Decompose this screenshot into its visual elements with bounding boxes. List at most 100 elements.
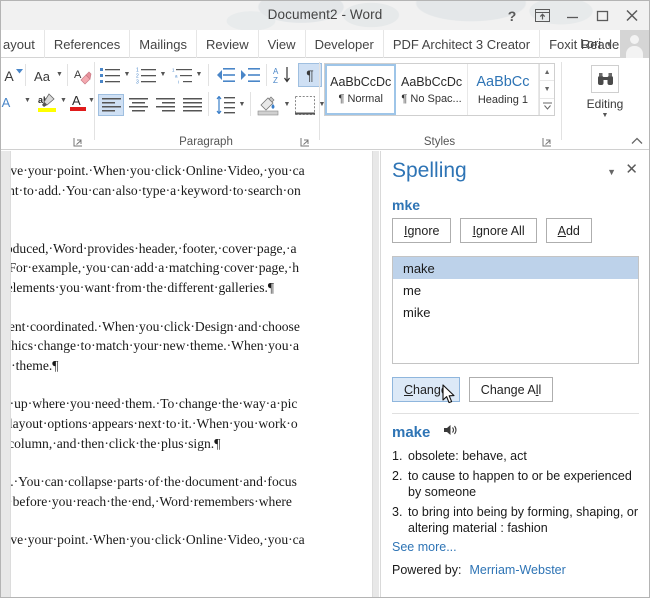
change-button-row: Change Change All (392, 377, 553, 402)
definition-list: 1. obsolete: behave, act 2. to cause to … (392, 448, 642, 536)
editing-button[interactable]: Editing ▼ (575, 65, 635, 119)
tab-layout[interactable]: ayout (1, 30, 45, 58)
style-preview: AaBbCcDc (330, 75, 391, 89)
more-styles-icon[interactable] (540, 99, 554, 115)
styles-gallery-scrollbar[interactable]: ▲ ▼ (539, 64, 554, 115)
account-name: Lori (572, 37, 605, 51)
pane-divider (392, 413, 639, 414)
paragraph: ding·view.·You·can·collapse·parts·of·the… (10, 472, 373, 511)
document-line: p·you·prove·your·point.·When·you·click·O… (10, 530, 373, 550)
numbering-caret-icon[interactable]: ▼ (158, 69, 168, 79)
styles-dialog-launcher[interactable] (542, 137, 552, 147)
scroll-down-icon[interactable]: ▼ (540, 81, 554, 98)
align-left-icon[interactable] (98, 94, 124, 116)
see-more-link[interactable]: See more... (392, 540, 642, 554)
font-dialog-launcher[interactable] (73, 137, 83, 147)
multilevel-list-caret-icon[interactable]: ▼ (194, 69, 204, 79)
tab-developer[interactable]: Developer (306, 30, 384, 58)
shading-icon[interactable] (255, 93, 281, 117)
editing-caret-icon[interactable]: ▼ (602, 112, 609, 119)
styles-gallery[interactable]: AaBbCcDc ¶ Normal AaBbCcDc ¶ No Spac... … (324, 63, 555, 116)
minimize-icon[interactable] (557, 3, 587, 29)
document-area[interactable]: p·you·prove·your·point.·When·you·click·O… (1, 151, 379, 598)
definition-word: make (392, 424, 430, 441)
close-icon[interactable] (617, 3, 647, 29)
grow-font-caret-icon[interactable] (15, 67, 23, 75)
sort-icon[interactable]: A Z (271, 64, 295, 86)
svg-text:1: 1 (172, 67, 175, 72)
document-body[interactable]: p·you·prove·your·point.·When·you·click·O… (10, 161, 373, 569)
text-highlight-color-icon[interactable]: ab (35, 90, 59, 114)
style-name: ¶ No Spac... (401, 93, 461, 105)
borders-icon[interactable] (293, 93, 317, 117)
bullets-caret-icon[interactable]: ▼ (122, 69, 132, 79)
document-page[interactable]: p·you·prove·your·point.·When·you·click·O… (10, 151, 373, 598)
collapse-ribbon-icon[interactable] (631, 136, 643, 148)
ignore-button[interactable]: Ignore (392, 218, 451, 243)
suggestion-item[interactable]: mike (393, 301, 638, 323)
find-binoculars-icon[interactable] (591, 65, 619, 93)
definition-entry: 3. to bring into being by forming, shapi… (392, 504, 642, 536)
account-area[interactable]: Lori ▼ (572, 30, 649, 58)
ignore-all-button[interactable]: Ignore All (460, 218, 536, 243)
style-name: ¶ Normal (338, 93, 382, 105)
change-all-button[interactable]: Change All (469, 377, 553, 402)
suggestions-list[interactable]: make me mike (392, 256, 639, 364)
document-line: onally·produced,·Word·provides·header,·f… (10, 239, 373, 259)
suggestion-item[interactable]: make (393, 257, 638, 279)
definition-number: 2. (392, 468, 408, 500)
help-icon[interactable]: ? (497, 3, 527, 29)
style-item-heading-1[interactable]: AaBbCc Heading 1 (468, 64, 539, 115)
increase-indent-icon[interactable] (238, 64, 262, 86)
add-button[interactable]: Add (546, 218, 592, 243)
line-spacing-icon[interactable] (213, 93, 237, 117)
text-effects-icon[interactable]: A (0, 92, 13, 112)
align-right-icon[interactable] (152, 94, 178, 116)
document-line: p·you·prove·your·point.·When·you·click·O… (10, 161, 373, 181)
ribbon-group-paragraph: ▼ 1 2 3 ▼ 1 a i ▼ (96, 58, 316, 150)
bullets-icon[interactable] (98, 64, 122, 86)
paragraph-dialog-launcher[interactable] (300, 137, 310, 147)
tab-mailings[interactable]: Mailings (130, 30, 197, 58)
speaker-icon[interactable] (443, 423, 457, 441)
justify-icon[interactable] (179, 94, 205, 116)
multilevel-list-icon[interactable]: 1 a i (170, 64, 194, 86)
decrease-indent-icon[interactable] (213, 64, 237, 86)
change-button[interactable]: Change (392, 377, 460, 402)
pane-options-chevron-icon[interactable]: ▼ (607, 167, 616, 177)
document-line: oose·the·elements·you·want·from·the·diff… (10, 278, 373, 298)
text-effects-caret-icon[interactable]: ▼ (23, 96, 32, 105)
suggestion-item[interactable]: me (393, 279, 638, 301)
style-item-no-spacing[interactable]: AaBbCcDc ¶ No Spac... (396, 64, 467, 115)
paragraph: p·you·prove·your·point.·When·you·click·O… (10, 161, 373, 220)
ribbon-display-options-icon[interactable] (527, 3, 557, 29)
definition-text: obsolete: behave, act (408, 448, 642, 464)
style-item-normal[interactable]: AaBbCcDc ¶ Normal (325, 64, 396, 115)
tab-references[interactable]: References (45, 30, 130, 58)
chevron-down-icon[interactable]: ▼ (605, 40, 620, 49)
tab-pdf-architect-3-creator[interactable]: PDF Architect 3 Creator (384, 30, 540, 58)
numbering-icon[interactable]: 1 2 3 (134, 64, 158, 86)
document-line: ding·view.·You·can·collapse·parts·of·the… (10, 472, 373, 492)
tab-view[interactable]: View (259, 30, 306, 58)
clear-formatting-icon[interactable]: A (71, 65, 93, 87)
maximize-icon[interactable] (587, 3, 617, 29)
align-center-icon[interactable] (125, 94, 151, 116)
scroll-up-icon[interactable]: ▲ (540, 64, 554, 81)
ribbon-tab-bar: ayout References Mailings Review View De… (1, 30, 649, 58)
svg-text:Z: Z (273, 76, 278, 84)
svg-text:A: A (273, 67, 279, 76)
shading-caret-icon[interactable]: ▼ (282, 99, 292, 109)
font-color-icon[interactable]: A (67, 90, 89, 114)
change-case-icon[interactable]: Aa (29, 66, 55, 86)
change-case-caret-icon[interactable]: ▼ (55, 70, 64, 79)
style-preview: AaBbCc (476, 74, 529, 90)
paragraph: that·show·up·where·you·need·them.·To·cha… (10, 394, 373, 453)
merriam-webster-link[interactable]: Merriam-Webster (469, 563, 565, 577)
pane-close-icon[interactable]: ✕ (625, 162, 638, 177)
tab-review[interactable]: Review (197, 30, 259, 58)
line-spacing-caret-icon[interactable]: ▼ (237, 99, 247, 109)
avatar[interactable] (620, 30, 649, 58)
document-line: that·show·up·where·you·need·them.·To·cha… (10, 394, 373, 414)
paragraph-group-label: Paragraph (96, 136, 316, 148)
